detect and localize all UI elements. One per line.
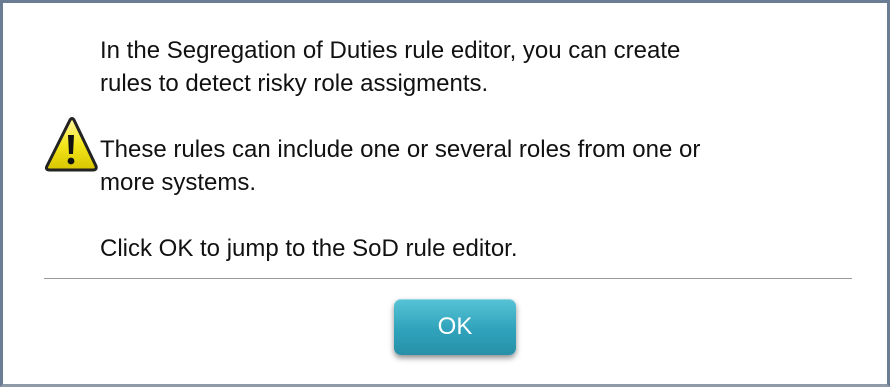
- message-line: rules to detect risky role assigments.: [100, 70, 489, 97]
- message-dialog: In the Segregation of Duties rule editor…: [0, 0, 890, 387]
- message-line: Click OK to jump to the SoD rule editor.: [100, 235, 518, 262]
- ok-button[interactable]: OK: [394, 299, 516, 355]
- dialog-message: In the Segregation of Duties rule editor…: [100, 34, 860, 265]
- message-line: In the Segregation of Duties rule editor…: [100, 37, 681, 64]
- message-line: These rules can include one or several r…: [100, 136, 701, 163]
- divider: [44, 278, 852, 279]
- warning-icon: [44, 117, 98, 172]
- message-line: more systems.: [100, 169, 257, 196]
